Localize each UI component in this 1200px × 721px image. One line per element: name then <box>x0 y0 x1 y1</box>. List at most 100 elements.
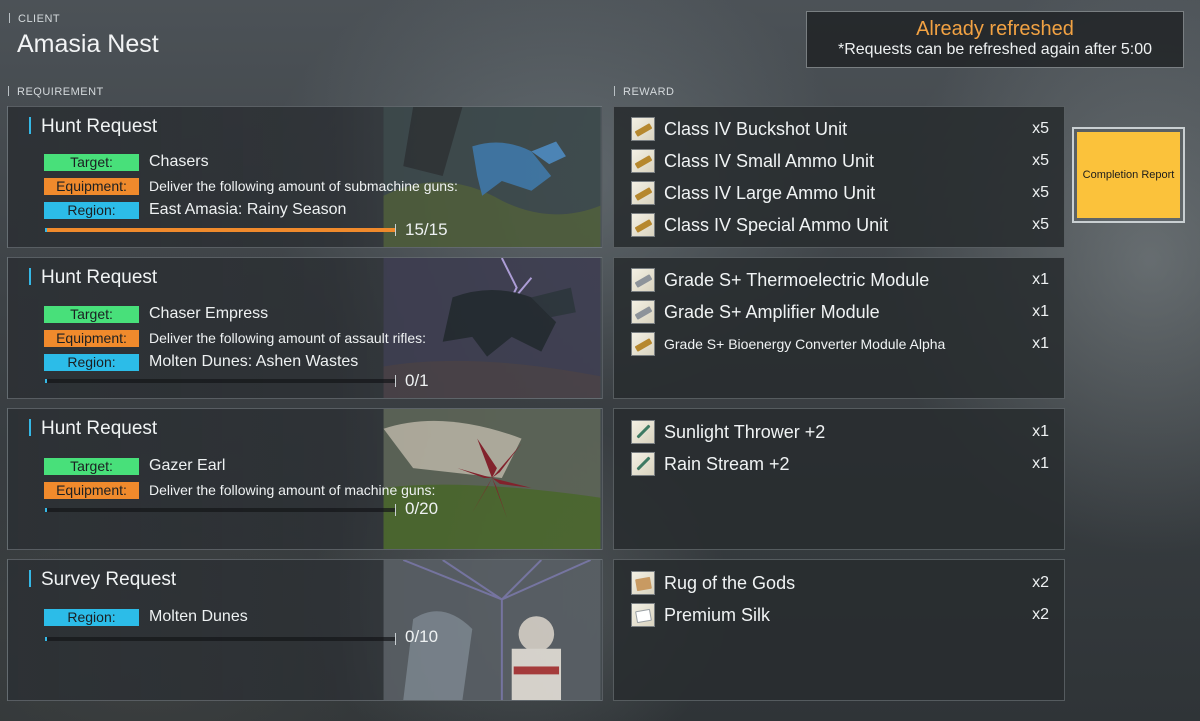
module-icon <box>631 332 655 356</box>
reward-name: Rug of the Gods <box>664 572 796 593</box>
reward-name: Sunlight Thrower +2 <box>664 421 826 442</box>
reward-item[interactable]: Class IV Special Ammo Unit x5 <box>631 213 1049 237</box>
reward-item[interactable]: Rain Stream +2 x1 <box>631 452 1049 476</box>
request-card-4[interactable]: Survey Request Region: Molten Dunes 0/10 <box>7 559 603 701</box>
ammo-icon <box>631 117 655 141</box>
region-tag: Region: <box>44 201 139 219</box>
equipment-value: Deliver the following amount of submachi… <box>149 178 458 194</box>
reward-name: Premium Silk <box>664 604 771 625</box>
target-value: Gazer Earl <box>149 457 226 474</box>
refresh-status-title: Already refreshed <box>916 18 1074 40</box>
weapon-icon <box>631 452 655 476</box>
completion-report-button[interactable]: Completion Report <box>1077 132 1180 218</box>
progress-bar <box>45 633 396 645</box>
reward-item[interactable]: Class IV Small Ammo Unit x5 <box>631 149 1049 173</box>
progress-bar <box>45 375 396 387</box>
equipment-row: Equipment: Deliver the following amount … <box>44 177 458 195</box>
region-tag: Region: <box>44 353 139 371</box>
reward-quantity: x5 <box>1032 152 1049 169</box>
reward-item[interactable]: Premium Silk x2 <box>631 603 1049 627</box>
region-tag: Region: <box>44 608 139 626</box>
reward-name: Class IV Special Ammo Unit <box>664 214 889 235</box>
target-value: Chasers <box>149 153 209 170</box>
cloth-icon <box>631 571 655 595</box>
progress-count: 0/20 <box>405 499 439 518</box>
progress-end-marker <box>395 375 396 387</box>
progress-count: 0/1 <box>405 371 429 390</box>
progress-count: 15/15 <box>405 220 448 239</box>
equipment-row: Equipment: Deliver the following amount … <box>44 481 435 499</box>
progress-count: 0/10 <box>405 627 439 646</box>
request-title: Survey Request <box>29 569 176 591</box>
target-tag: Target: <box>44 457 139 475</box>
equipment-row: Equipment: Deliver the following amount … <box>44 329 426 347</box>
request-title: Hunt Request <box>29 418 157 440</box>
target-tag: Target: <box>44 153 139 171</box>
region-row: Region: East Amasia: Rainy Season <box>44 201 346 219</box>
reward-item[interactable]: Sunlight Thrower +2 x1 <box>631 420 1049 444</box>
reward-item[interactable]: Rug of the Gods x2 <box>631 571 1049 595</box>
progress-fill <box>47 228 395 232</box>
reward-item[interactable]: Grade S+ Bioenergy Converter Module Alph… <box>631 332 1049 356</box>
ammo-icon <box>631 149 655 173</box>
creature-scene-gazer-earl <box>383 409 601 549</box>
reward-item[interactable]: Grade S+ Thermoelectric Module x1 <box>631 268 1049 292</box>
reward-card-1: Class IV Buckshot Unit x5 Class IV Small… <box>613 106 1065 248</box>
region-value: Molten Dunes: Ashen Wastes <box>149 353 359 370</box>
progress-bar <box>45 224 396 236</box>
reward-quantity: x1 <box>1032 271 1049 288</box>
reward-item[interactable]: Class IV Large Ammo Unit x5 <box>631 181 1049 205</box>
request-title: Hunt Request <box>29 116 157 138</box>
silk-icon <box>631 603 655 627</box>
request-card-2[interactable]: Hunt Request Target: Chaser Empress Equi… <box>7 257 603 399</box>
client-name: Amasia Nest <box>17 30 159 58</box>
progress-end-marker <box>395 504 396 516</box>
reward-card-2: Grade S+ Thermoelectric Module x1 Grade … <box>613 257 1065 399</box>
target-tag: Target: <box>44 305 139 323</box>
reward-name: Class IV Buckshot Unit <box>664 118 848 139</box>
region-value: Molten Dunes <box>149 608 248 625</box>
reward-quantity: x2 <box>1032 574 1049 591</box>
reward-item[interactable]: Grade S+ Amplifier Module x1 <box>631 300 1049 324</box>
region-row: Region: Molten Dunes: Ashen Wastes <box>44 353 358 371</box>
request-card-1[interactable]: Hunt Request Target: Chasers Equipment: … <box>7 106 603 248</box>
refresh-cooldown-note: *Requests can be refreshed again after 5… <box>838 41 1152 58</box>
reward-quantity: x1 <box>1032 455 1049 472</box>
reward-name: Grade S+ Amplifier Module <box>664 301 880 322</box>
module-icon <box>631 300 655 324</box>
region-value: East Amasia: Rainy Season <box>149 201 347 218</box>
reward-quantity: x2 <box>1032 606 1049 623</box>
completion-report-frame: Completion Report <box>1072 127 1185 223</box>
target-row: Target: Chaser Empress <box>44 305 268 323</box>
reward-name: Rain Stream +2 <box>664 453 790 474</box>
request-title: Hunt Request <box>29 267 157 289</box>
progress-bar <box>45 504 396 516</box>
reward-name: Grade S+ Thermoelectric Module <box>664 269 930 290</box>
target-row: Target: Chasers <box>44 153 209 171</box>
progress-end-marker <box>395 224 396 236</box>
module-icon <box>631 268 655 292</box>
equipment-value: Deliver the following amount of machine … <box>149 482 436 498</box>
target-value: Chaser Empress <box>149 305 269 322</box>
reward-card-3: Sunlight Thrower +2 x1 Rain Stream +2 x1 <box>613 408 1065 550</box>
ammo-icon <box>631 213 655 237</box>
progress-end-marker <box>395 633 396 645</box>
refresh-status-box: Already refreshed *Requests can be refre… <box>806 11 1184 68</box>
reward-quantity: x5 <box>1032 184 1049 201</box>
request-card-3[interactable]: Hunt Request Target: Gazer Earl Equipmen… <box>7 408 603 550</box>
equipment-tag: Equipment: <box>44 481 139 499</box>
reward-card-4: Rug of the Gods x2 Premium Silk x2 <box>613 559 1065 701</box>
requirement-section-label: REQUIREMENT <box>8 86 104 98</box>
reward-quantity: x5 <box>1032 216 1049 233</box>
region-row: Region: Molten Dunes <box>44 608 248 626</box>
reward-item[interactable]: Class IV Buckshot Unit x5 <box>631 117 1049 141</box>
equipment-tag: Equipment: <box>44 329 139 347</box>
reward-name: Grade S+ Bioenergy Converter Module Alph… <box>664 336 946 352</box>
target-row: Target: Gazer Earl <box>44 457 225 475</box>
equipment-value: Deliver the following amount of assault … <box>149 330 427 346</box>
reward-section-label: REWARD <box>614 86 674 98</box>
ammo-icon <box>631 181 655 205</box>
equipment-tag: Equipment: <box>44 177 139 195</box>
reward-quantity: x1 <box>1032 423 1049 440</box>
client-label: CLIENT <box>9 13 60 25</box>
